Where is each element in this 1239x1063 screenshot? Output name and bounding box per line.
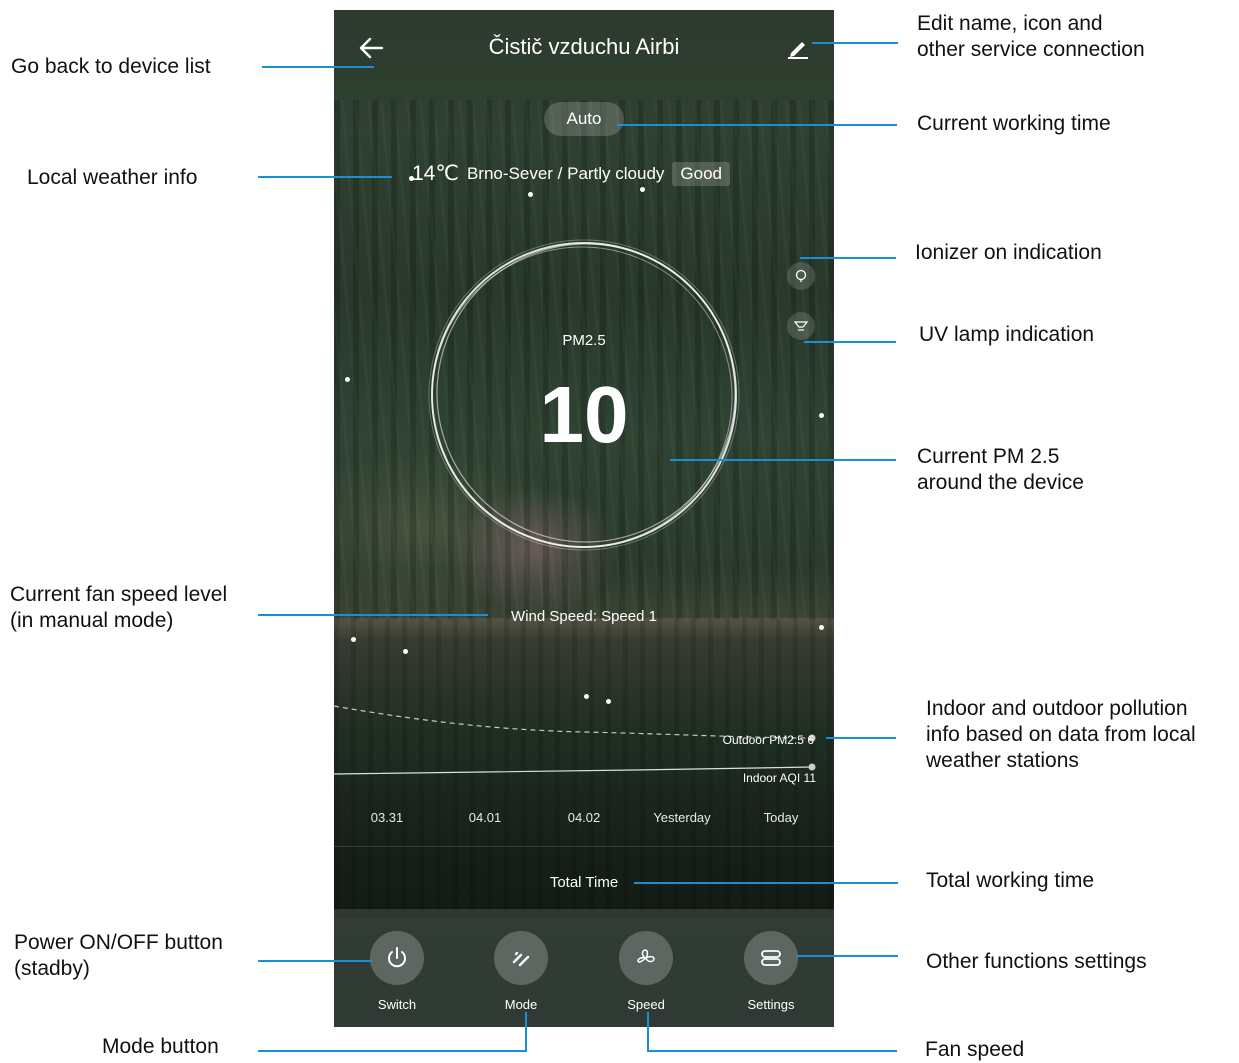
mode-badge: Auto: [544, 102, 624, 136]
annotation-fan-speed: Fan speed: [925, 1038, 1025, 1061]
ionizer-icon: [795, 269, 807, 282]
device-title: Čistič vzduchu Airbi: [488, 34, 680, 59]
pointer-line: [826, 737, 896, 739]
indoor-aqi-label: Indoor AQI 11: [742, 771, 816, 785]
date-label: 04.01: [468, 810, 502, 825]
phone-screen: Čistič vzduchu Airbi Auto 14℃ Brno-Sever…: [334, 10, 834, 1027]
switch-button-circle: [370, 931, 424, 985]
mode-icon: [512, 951, 530, 967]
outdoor-pm-label: Outdoor PM2.5 6: [722, 733, 814, 747]
pointer-line: [258, 960, 372, 962]
power-icon: [388, 947, 406, 968]
weather-temperature: 14℃: [412, 162, 459, 185]
wind-speed-text: Wind Speed: Speed 1: [511, 608, 657, 625]
pointer-line: [262, 66, 374, 68]
settings-label: Settings: [747, 997, 795, 1012]
pointer-line: [617, 124, 897, 126]
pointer-line: [525, 1012, 527, 1052]
settings-icon: [761, 950, 781, 966]
annotation-pollution: Indoor and outdoor pollution info based …: [926, 697, 1196, 772]
annotation-working-time: Current working time: [917, 112, 1111, 135]
annotation-other: Other functions settings: [926, 950, 1147, 973]
date-label: Yesterday: [653, 810, 711, 825]
pointer-line: [796, 955, 898, 957]
date-label: Today: [763, 810, 799, 825]
switch-label: Switch: [377, 997, 417, 1012]
pointer-line: [647, 1050, 897, 1052]
decor-dot: [528, 192, 533, 197]
uv-lamp-icon: [794, 321, 808, 331]
pointer-line: [670, 459, 896, 461]
decor-dot: [345, 377, 350, 382]
divider: [334, 846, 834, 847]
annotation-weather: Local weather info: [27, 166, 198, 189]
ionizer-indicator: [787, 262, 815, 290]
date-label: 03.31: [370, 810, 404, 825]
annotation-mode: Mode button: [102, 1035, 219, 1058]
decor-dot: [640, 187, 645, 192]
speed-button-circle: [619, 931, 673, 985]
pointer-line: [258, 614, 488, 616]
pointer-line: [634, 882, 898, 884]
mode-button-circle: [494, 931, 548, 985]
edit-pencil-icon[interactable]: [786, 36, 810, 60]
indoor-point: [808, 763, 816, 771]
settings-button[interactable]: Settings: [711, 931, 831, 1012]
pointer-line: [258, 176, 392, 178]
fan-icon: [637, 949, 655, 963]
pointer-line: [800, 257, 896, 259]
date-label: 04.02: [567, 810, 601, 825]
annotation-ionizer: Ionizer on indication: [915, 241, 1102, 264]
weather-location-condition: Brno-Sever / Partly cloudy: [466, 163, 665, 183]
annotation-power: Power ON/OFF button (stadby): [14, 931, 223, 980]
pointer-line: [647, 1012, 649, 1052]
back-arrow-icon[interactable]: [358, 36, 384, 60]
pointer-line: [258, 1050, 527, 1052]
bottom-control-bar: Switch Mode Speed Settings: [334, 909, 834, 1027]
uv-lamp-indicator: [787, 312, 815, 340]
annotation-total: Total working time: [926, 869, 1095, 892]
annotation-pm: Current PM 2.5 around the device: [917, 445, 1084, 494]
decor-dot: [819, 413, 824, 418]
switch-button[interactable]: Switch: [337, 931, 457, 1012]
annotation-back: Go back to device list: [11, 55, 211, 78]
annotation-fan-level: Current fan speed level (in manual mode): [10, 583, 228, 632]
pointer-line: [804, 341, 896, 343]
weather-info: 14℃ Brno-Sever / Partly cloudy Good: [412, 161, 731, 186]
air-quality-badge: Good: [672, 161, 731, 186]
chart-dates: 03.31 04.01 04.02 Yesterday Today: [334, 810, 834, 830]
decor-dot: [819, 625, 824, 630]
pm-value: 10: [539, 370, 629, 459]
decor-dot: [351, 637, 356, 642]
decor-dot: [403, 649, 408, 654]
annotation-uv: UV lamp indication: [919, 323, 1095, 346]
pointer-line: [812, 42, 898, 44]
mode-button[interactable]: Mode: [461, 931, 581, 1012]
speed-label: Speed: [627, 997, 665, 1012]
speed-button[interactable]: Speed: [586, 931, 706, 1012]
pm-label: PM2.5: [562, 332, 606, 349]
decor-dot: [584, 694, 589, 699]
settings-button-circle: [744, 931, 798, 985]
mode-label: Mode: [504, 997, 538, 1012]
annotation-edit: Edit name, icon and other service connec…: [917, 12, 1145, 61]
